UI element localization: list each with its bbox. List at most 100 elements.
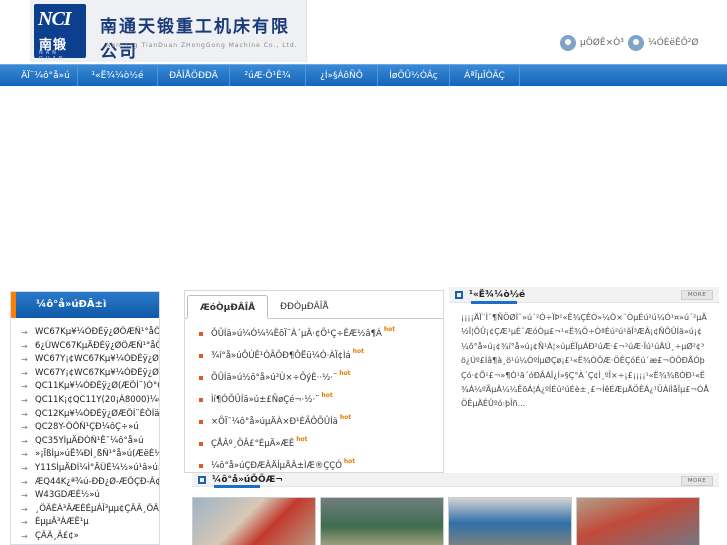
sidebar-item[interactable]: → QC28Y-ÖÕÑ¹ÇÐ¼ôÇ÷»ú [21,421,159,435]
about-more-button[interactable]: MORE [681,290,713,300]
arrow-right-icon: → [21,450,28,460]
sidebar-item-label: ¸ÖÃÈÁ³ÂÆÈÉµÀÎ³µµ¢ÇÂÃ¸ÖÃ£¢ÇÂ [35,503,159,514]
arrow-right-icon: → [21,355,28,365]
bullet-icon [199,464,203,468]
sidebar-item[interactable]: → WC67Y¡¢WC67Kµ¥¼ÓÐÉÿ¿Ø(ÆÕÍ¨)Ó°ÕÛÍä»ú [21,367,159,381]
sidebar-item-label: QC11K¡¢QC11Y(20¡Á8000)¼ôÂ [35,394,159,405]
sidebar-item-label: ÈµµÂ³ÀÆÊ¹µ [35,517,89,528]
sidebar-item-label: ÇÂÃ¸Ã£¢» [35,530,79,541]
news-title: ¾í°å»úÔÚÊ¹ÓÃÖÐ¶ÔËü¼Ó·ÀÏ¢Ìá [211,351,351,361]
sidebar-item-label: »¡ÏßÌµ»úË¾ÐÍ¸ßÑ¹°å»ú(ÆëÉ½ [35,449,159,460]
nav-item-contact[interactable]: ÁªÏµÎÒÃÇ [450,65,520,87]
sidebar-item[interactable]: → ÆQ44K¿ª¾ú-ÐÐ¿Ø-ÆÕÇÐ-Ã¢±ÊµÄÚ [21,476,159,490]
sidebar-item[interactable]: → »¡ÏßÌµ»úË¾ÐÍ¸ßÑ¹°å»ú(ÆëÉ½ [21,448,159,462]
hot-badge: hot [343,458,356,465]
sidebar-item[interactable]: → W43GDÆÈ½»ú [21,489,159,503]
hot-badge: hot [339,370,351,377]
hot-badge: hot [321,392,333,399]
company-name-en: Nantong TianDuan ZHongGong Machine Co., … [106,42,298,49]
tab-industry-news[interactable]: ÐÐÒµÐÂÎÅ [268,295,341,319]
product-photo[interactable] [320,497,444,545]
nav-item-products[interactable]: ²úÆ·Õ¹Ê¾ [230,65,306,87]
add-favorite-link[interactable]: ¼ÓÈëÊÕ²Ø [628,34,699,52]
list-item[interactable]: ¾í°å»úÔÚÊ¹ÓÃÖÐ¶ÔËü¼Ó·ÀÏ¢Ìá hot [199,345,443,367]
sidebar-item-label: WC67Y¡¢WC67Kµ¥¼ÓÐÉÿ¿Ø(ÆÕÍ¨)Ó°ÕÛÍä»ú [35,367,159,378]
product-photo[interactable] [448,497,572,545]
nav-item-guestbook[interactable]: ¿Í»§ÁôÑÔ [306,65,378,87]
hot-badge: hot [296,436,308,443]
sidebar-item[interactable]: → ÈµµÂ³ÀÆÊ¹µ [21,516,159,530]
bullet-icon [199,398,203,402]
list-item[interactable]: ÕÛÍä»ú¼Ó¼¼ÊõÏ¨À´µÂ·¢Õ¹Ç÷ÊÆ½â¶Á hot [199,323,443,345]
set-homepage-label: µ­ÖØÊ×Ò³ [580,38,624,48]
square-icon [198,475,206,484]
about-header: ¹«Ë¾¼ò½é MORE [449,287,719,304]
sidebar-item[interactable]: → ¸ÖÃÈÁ³ÂÆÈÉµÀÎ³µµ¢ÇÂÃ¸ÖÃ£¢ÇÂ [21,503,159,517]
arrow-right-icon: → [21,368,28,378]
arrow-right-icon: → [21,423,28,433]
sidebar-item-label: QC12Kµ¥¼ÓÐÉÿ¿ØÆÕÍ¨ÉÔÍä»ú [35,408,159,419]
sidebar-item-label: QC35YÍµÄÐÓÑ¹Ê¯¼ô°å»ú [35,435,144,446]
sidebar-item[interactable]: → WC67Y¡¢WC67Kµ¥¼ÓÐÉÿ¿Ø(ÆÕÍ¨)Ó°ÕÛÍä»ú [21,353,159,367]
products-panel: ¼ô°å»úÕÕÆ¬ MORE [192,473,719,545]
sidebar-list: → WC67Kµ¥¼ÓÐÉÿ¿ØÖÆÑ¹°åÕÛÍä»ú → 6¿ÚWC67KµÄÐ… [11,318,159,544]
arrow-right-icon: → [21,491,28,501]
list-item[interactable]: ÇÅÂº¸ÖÂ£°ÉµÄ»ÆÊ hot [199,433,443,455]
product-photo[interactable] [576,497,700,545]
tab-company-news[interactable]: ÆóÒµÐÂÎÅ [187,295,269,319]
sidebar-item-label: WC67Y¡¢WC67Kµ¥¼ÓÐÉÿ¿Ø(ÆÕÍ¨)Ó°ÕÛÍä»ú [35,354,159,365]
arrow-right-icon: → [21,409,28,419]
sidebar-item[interactable]: → ÇÂÃ¸Ã£¢» [21,530,159,544]
sidebar-item-label: ÆQ44K¿ª¾ú-ÐÐ¿Ø-ÆÕÇÐ-Ã¢±ÊµÄÚ [35,476,159,487]
news-title: ÕÛÍä»ú½ô°å»ú²Ù×÷ÕýÈ··½·¨ [211,373,338,383]
square-icon [455,290,463,299]
sidebar-title: ¼ô°å»úÐÂ±ì [11,292,159,318]
title-underline [214,485,260,488]
news-panel: ÆóÒµÐÂÎÅ ÐÐÒµÐÂÎÅ ÕÛÍä»ú¼Ó¼¼ÊõÏ¨À´µÂ·¢Õ¹… [184,290,444,473]
sidebar-item-label: 6¿ÚWC67KµÄÐÉÿ¿ØÖÆÑ¹°åÕÛÍä»ú [35,340,159,351]
sidebar-item-label: QC11Kµ¥¼ÓÐÉÿ¿Ø(ÆÕÍ¨)Ó°ÕÛÍä»ú [35,381,159,392]
arrow-right-icon: → [21,436,28,446]
sidebar-item-label: QC28Y-ÖÕÑ¹ÇÐ¼ôÇ÷»ú [35,422,139,433]
sidebar-item[interactable]: → WC67Kµ¥¼ÓÐÉÿ¿ØÖÆÑ¹°åÕÛÍä»ú [21,326,159,340]
sidebar-item[interactable]: → QC35YÍµÄÐÓÑ¹Ê¯¼ô°å»ú [21,435,159,449]
arrow-right-icon: → [21,504,28,514]
sidebar-item[interactable]: → QC11K¡¢QC11Y(20¡Á8000)¼ôÂ [21,394,159,408]
list-item[interactable]: ×ÔÏ¯¼ô°å»úµÄÀ×Ð¹ÈÃÔÕÛÍä hot [199,411,443,433]
news-title: ÇÅÂº¸ÖÂ£°ÉµÄ»ÆÊ [211,439,295,449]
hot-badge: hot [383,326,396,333]
sidebar-item-label: WC67Kµ¥¼ÓÐÉÿ¿ØÖÆÑ¹°åÕÛÍä»ú [35,327,159,337]
sidebar-item[interactable]: → Y11SÌµÄÐÍ¼Ì°ÄÜÈ¼½»ú¹â»ú»ú [21,462,159,476]
nav-item-network[interactable]: ÍøÕÛ½ÓÂç [378,65,450,87]
sidebar-item[interactable]: → QC11Kµ¥¼ÓÐÉÿ¿Ø(ÆÕÍ¨)Ó°ÕÛÍä»ú [21,380,159,394]
sidebar-item[interactable]: → QC12Kµ¥¼ÓÐÉÿ¿ØÆÕÍ¨ÉÔÍä»ú [21,408,159,422]
arrow-right-icon: → [21,477,28,487]
about-text: ¡¡¡¡ÄÏ¨Ì¨¶ÑÖØÌ¨»ú´²Ó÷ÏÞ¹«Ë¾ÇÊÒ»¼Ò×¨ÒµÉú²… [461,313,709,409]
main-nav: ÄÏ¨¼ô°å»ú ¹«Ë¾¼ò½é ÐÂÎÅÖÐÐÄ ²úÆ·Õ¹Ê¾ ¿Í»… [0,64,727,87]
arrow-right-icon: → [21,395,28,405]
sidebar-item[interactable]: → 6¿ÚWC67KµÄÐÉÿ¿ØÖÆÑ¹°åÕÛÍä»ú [21,340,159,354]
nav-item-news[interactable]: ÐÂÎÅÖÐÐÄ [158,65,230,87]
bullet-icon [199,442,203,446]
logo-block[interactable]: NCI 南锻 NAN DUAN 南通天锻重工机床有限公司 Nantong Tia… [30,0,307,62]
arrow-right-icon: → [21,531,28,541]
sidebar-item-label: W43GDÆÈ½»ú [35,490,100,501]
set-homepage-link[interactable]: µ­ÖØÊ×Ò³ [560,34,624,52]
company-logo: NCI 南锻 NAN DUAN [34,4,86,62]
arrow-right-icon: → [21,341,28,351]
bullet-icon [199,332,203,336]
nav-item-home[interactable]: ÄÏ¨¼ô°å»ú [14,65,78,87]
sidebar-item-label: Y11SÌµÄÐÍ¼Ì°ÄÜÈ¼½»ú¹â»ú»ú [35,462,159,473]
products-title: ¼ô°å»úÕÕÆ¬ [212,474,283,485]
nav-item-about[interactable]: ¹«Ë¾¼ò½é [78,65,158,87]
title-underline [471,301,517,304]
company-name: 南通天锻重工机床有限公司 [100,17,290,62]
site-header: NCI 南锻 NAN DUAN 南通天锻重工机床有限公司 Nantong Tia… [0,0,727,64]
news-title: ×ÔÏ¯¼ô°å»úµÄÀ×Ð¹ÈÃÔÕÛÍä [211,417,338,427]
products-more-button[interactable]: MORE [681,476,713,486]
product-photo[interactable] [192,497,316,545]
arrow-right-icon: → [21,518,28,528]
product-gallery [192,487,719,545]
bullet-icon [199,420,203,424]
list-item[interactable]: Ìí¶ÓÕÛÍä»ú±£ÑøÇé¬·½·¨ hot [199,389,443,411]
